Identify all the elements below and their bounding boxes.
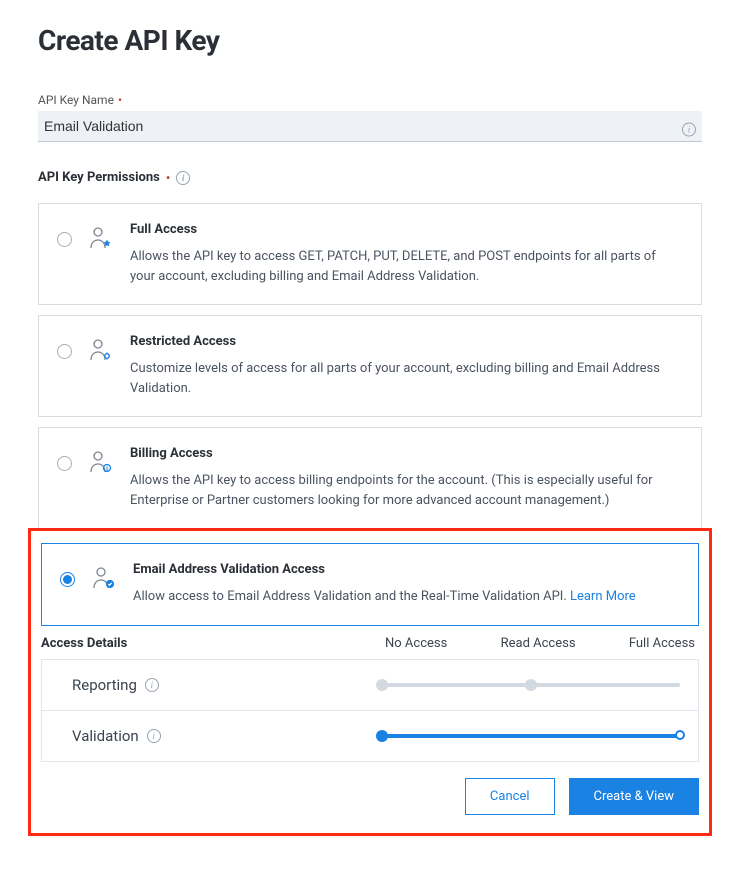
required-indicator: •: [118, 94, 122, 106]
access-slider-validation[interactable]: [382, 729, 680, 743]
required-indicator: •: [166, 172, 170, 184]
access-column-full-access: Full Access: [629, 636, 695, 651]
user-check-icon: [93, 566, 115, 594]
access-details-title: Access Details: [41, 636, 381, 651]
permission-title: Full Access: [130, 222, 681, 237]
permissions-section-label: API Key Permissions• i: [38, 170, 702, 185]
radio-restricted-access[interactable]: [57, 344, 72, 359]
create-view-button[interactable]: Create & View: [569, 778, 700, 815]
info-icon[interactable]: i: [145, 678, 159, 692]
radio-full-access[interactable]: [57, 232, 72, 247]
permission-option-email-validation-access[interactable]: Email Address Validation Access Allow ac…: [41, 543, 699, 626]
permission-title: Restricted Access: [130, 334, 681, 349]
permission-description: Allows the API key to access GET, PATCH,…: [130, 247, 681, 286]
permission-option-restricted-access[interactable]: Restricted Access Customize levels of ac…: [38, 315, 702, 417]
access-row-label: Reporting: [72, 676, 137, 694]
api-key-name-label: API Key Name •: [38, 93, 702, 107]
info-icon[interactable]: i: [176, 171, 190, 185]
page-title: Create API Key: [38, 24, 702, 57]
permission-description: Allow access to Email Address Validation…: [133, 587, 678, 607]
highlighted-section: Email Address Validation Access Allow ac…: [28, 528, 712, 836]
permission-description: Allows the API key to access billing end…: [130, 471, 681, 510]
info-icon[interactable]: i: [682, 117, 696, 136]
permission-title: Billing Access: [130, 446, 681, 461]
access-row-validation: Validation i: [42, 711, 698, 761]
radio-billing-access[interactable]: [57, 456, 72, 471]
cancel-button[interactable]: Cancel: [465, 778, 555, 815]
info-icon[interactable]: i: [147, 729, 161, 743]
access-details-list: Reporting i Validation i: [41, 659, 699, 762]
user-gear-icon: [90, 338, 112, 366]
access-column-read-access: Read Access: [501, 636, 576, 651]
radio-email-validation-access[interactable]: [60, 572, 75, 587]
access-row-label: Validation: [72, 727, 139, 745]
user-star-icon: [90, 226, 112, 254]
learn-more-link[interactable]: Learn More: [570, 589, 636, 604]
user-dollar-icon: $: [90, 450, 112, 478]
svg-text:$: $: [106, 467, 109, 473]
access-column-no-access: No Access: [385, 636, 447, 651]
access-slider-reporting[interactable]: [382, 678, 680, 692]
permission-option-full-access[interactable]: Full Access Allows the API key to access…: [38, 203, 702, 305]
permission-title: Email Address Validation Access: [133, 562, 678, 577]
permission-option-billing-access[interactable]: $ Billing Access Allows the API key to a…: [38, 427, 702, 528]
permission-description: Customize levels of access for all parts…: [130, 359, 681, 398]
api-key-name-input[interactable]: [38, 111, 702, 142]
access-row-reporting: Reporting i: [42, 660, 698, 711]
